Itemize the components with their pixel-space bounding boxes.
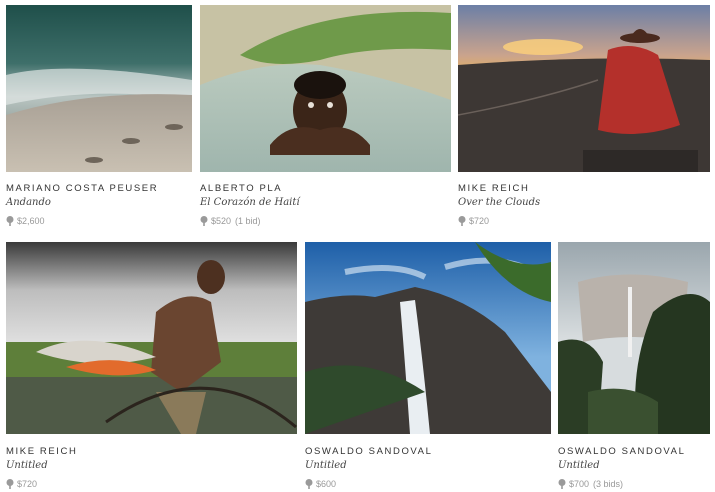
artist-name[interactable]: MIKE REICH bbox=[6, 446, 77, 457]
price-row: $600 bbox=[305, 479, 432, 489]
auction-paddle-icon bbox=[6, 216, 14, 226]
artwork-image-beach-footprints[interactable] bbox=[6, 5, 192, 172]
price-row: $700 (3 bids) bbox=[558, 479, 685, 489]
artwork-title[interactable]: Untitled bbox=[558, 460, 685, 471]
artwork-image-waterfall-cliff[interactable] bbox=[305, 242, 551, 434]
artwork-image-fisherman[interactable] bbox=[6, 242, 297, 434]
artist-name[interactable]: MIKE REICH bbox=[458, 183, 540, 194]
price-row: $520 (1 bid) bbox=[200, 216, 300, 226]
price: $720 bbox=[17, 479, 38, 489]
price-row: $720 bbox=[458, 216, 540, 226]
auction-paddle-icon bbox=[558, 479, 566, 489]
price: $700 bbox=[569, 479, 590, 489]
artwork-image-jungle-waterfall[interactable] bbox=[558, 242, 710, 434]
auction-paddle-icon bbox=[200, 216, 208, 226]
price: $2,600 bbox=[17, 216, 45, 226]
artwork-title[interactable]: Untitled bbox=[6, 460, 77, 471]
auction-paddle-icon bbox=[6, 479, 14, 489]
artwork-title[interactable]: El Corazón de Haití bbox=[200, 197, 300, 208]
artwork-image-sunset-woman[interactable] bbox=[458, 5, 710, 172]
artwork-title[interactable]: Untitled bbox=[305, 460, 432, 471]
auction-paddle-icon bbox=[305, 479, 313, 489]
auction-paddle-icon bbox=[458, 216, 466, 226]
artwork-title[interactable]: Over the Clouds bbox=[458, 197, 540, 208]
price: $520 bbox=[211, 216, 232, 226]
artist-name[interactable]: OSWALDO SANDOVAL bbox=[558, 446, 685, 457]
artist-name[interactable]: OSWALDO SANDOVAL bbox=[305, 446, 432, 457]
price: $720 bbox=[469, 216, 490, 226]
bid-count: (3 bids) bbox=[593, 479, 624, 489]
artist-name[interactable]: MARIANO COSTA PEUSER bbox=[6, 183, 158, 194]
bid-count: (1 bid) bbox=[235, 216, 261, 226]
artist-name[interactable]: ALBERTO PLA bbox=[200, 183, 300, 194]
price-row: $2,600 bbox=[6, 216, 158, 226]
artwork-image-boy-in-water[interactable] bbox=[200, 5, 451, 172]
price: $600 bbox=[316, 479, 337, 489]
price-row: $720 bbox=[6, 479, 77, 489]
artwork-title[interactable]: Andando bbox=[6, 197, 158, 208]
